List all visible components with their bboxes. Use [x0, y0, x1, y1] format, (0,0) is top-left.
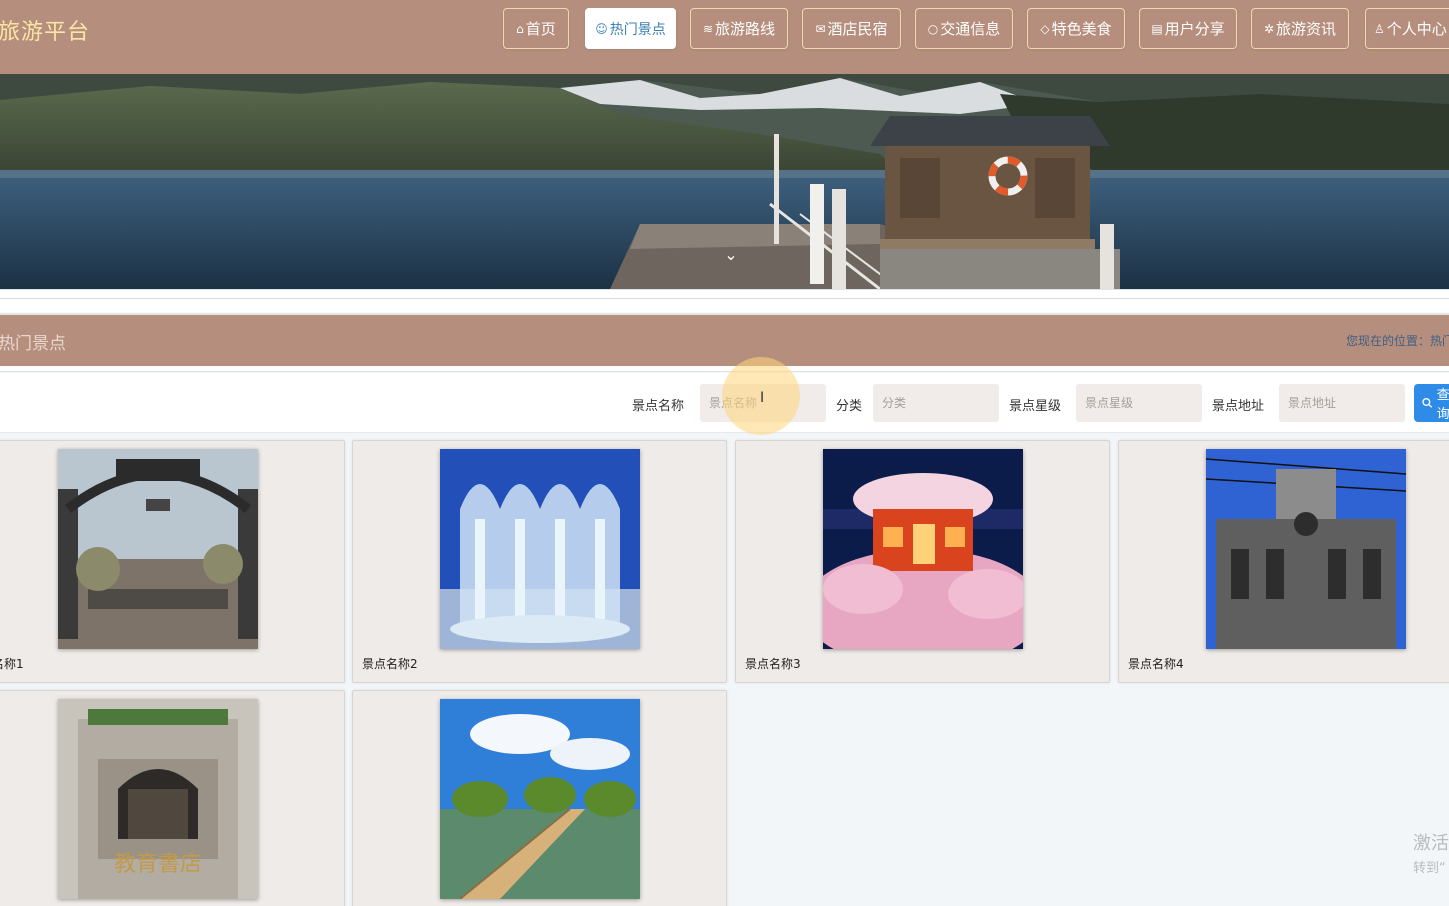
- mail-icon: ✉: [815, 21, 826, 36]
- document-icon: ▤: [1151, 21, 1163, 36]
- windows-activation-watermark: 激活: [1413, 833, 1449, 854]
- nav-home[interactable]: ⌂ 首页: [503, 8, 569, 49]
- spot-image-3[interactable]: [823, 449, 1023, 649]
- spot-caption[interactable]: 景点名称4: [1128, 655, 1184, 672]
- star-label: 景点星级: [1009, 399, 1062, 414]
- spot-card-2[interactable]: 景点名称2: [352, 440, 727, 683]
- nav-hotels[interactable]: ✉ 酒店民宿: [802, 8, 901, 49]
- nav-traffic[interactable]: ○ 交通信息: [915, 8, 1013, 49]
- spot-caption[interactable]: 景点名称2: [362, 655, 418, 672]
- nav-label: 旅游资讯: [1276, 20, 1337, 38]
- search-icon: [1422, 398, 1433, 408]
- home-icon: ⌂: [516, 21, 524, 36]
- divider: [0, 366, 1449, 372]
- spot-caption[interactable]: 景点名称1: [0, 655, 24, 672]
- circle-icon: ○: [927, 21, 939, 36]
- spot-caption[interactable]: 景点名称3: [745, 655, 801, 672]
- address-label: 景点地址: [1212, 399, 1265, 414]
- spot-image-5[interactable]: 教育書店: [58, 699, 258, 899]
- nav-label: 交通信息: [940, 20, 1001, 38]
- nav-label: 旅游路线: [715, 20, 776, 38]
- spot-card-4[interactable]: 景点名称4: [1118, 440, 1449, 683]
- nav-label: 首页: [525, 20, 556, 38]
- search-button[interactable]: 查询: [1414, 384, 1449, 422]
- svg-text:教育書店: 教育書店: [114, 852, 202, 877]
- nav-label: 个人中心: [1386, 20, 1447, 38]
- tag-icon: ◇: [1040, 21, 1050, 36]
- top-header: 旅游平台 ⌂ 首页 ☺ 热门景点 ≋ 旅游路线 ✉ 酒店民宿 ○ 交通信息 ◇ …: [0, 0, 1449, 74]
- spot-image-1[interactable]: [58, 449, 258, 649]
- smile-icon: ☺: [595, 21, 608, 36]
- sparkle-icon: ✲: [1263, 21, 1275, 36]
- name-label: 景点名称: [632, 399, 685, 414]
- section-header: 热门景点 您现在的位置：热门景点: [0, 315, 1449, 366]
- spot-card-5[interactable]: 教育書店: [0, 690, 345, 906]
- nav-hot-spots[interactable]: ☺ 热门景点: [585, 8, 676, 49]
- category-label: 分类: [836, 399, 863, 414]
- layers-icon: ≋: [702, 21, 714, 36]
- nav-label: 特色美食: [1051, 20, 1112, 38]
- spot-image-6[interactable]: [440, 699, 640, 899]
- nav-share[interactable]: ▤ 用户分享: [1139, 8, 1237, 49]
- nav-food[interactable]: ◇ 特色美食: [1027, 8, 1125, 49]
- nav-routes[interactable]: ≋ 旅游路线: [690, 8, 788, 49]
- spot-card-1[interactable]: 景点名称1: [0, 440, 345, 683]
- star-input[interactable]: [1076, 384, 1202, 422]
- search-button-label: 查询: [1436, 388, 1449, 422]
- nav-label: 热门景点: [609, 21, 666, 38]
- search-bar: 景点名称 分类 景点星级 景点地址 查询: [0, 373, 1449, 433]
- divider: [0, 289, 1449, 315]
- site-title: 旅游平台: [0, 20, 91, 45]
- user-icon: ♙: [1374, 21, 1385, 36]
- spot-image-2[interactable]: [440, 449, 640, 649]
- chevron-down-icon[interactable]: ⌄: [719, 245, 743, 265]
- spot-card-6[interactable]: [352, 690, 727, 906]
- nav-profile[interactable]: ♙ 个人中心: [1365, 8, 1449, 49]
- windows-activation-hint: 转到“: [1413, 861, 1446, 876]
- nav-label: 酒店民宿: [827, 20, 888, 38]
- spot-card-3[interactable]: 景点名称3: [735, 440, 1110, 683]
- name-input[interactable]: [700, 384, 826, 422]
- nav-label: 用户分享: [1164, 20, 1225, 38]
- breadcrumb: 您现在的位置：热门景点: [1346, 334, 1449, 348]
- category-input[interactable]: [873, 384, 999, 422]
- address-input[interactable]: [1279, 384, 1405, 422]
- banner-image: ⌄: [0, 74, 1449, 289]
- nav-news[interactable]: ✲ 旅游资讯: [1251, 8, 1349, 49]
- spot-image-4[interactable]: [1206, 449, 1406, 649]
- section-title: 热门景点: [0, 334, 66, 354]
